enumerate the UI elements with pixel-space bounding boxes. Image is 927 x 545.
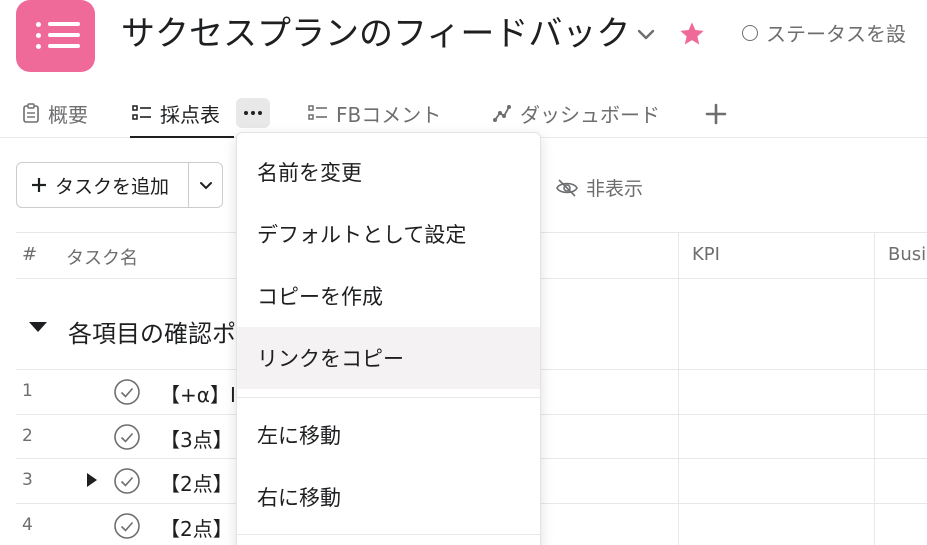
add-task-dropdown[interactable] xyxy=(189,177,222,193)
task-name[interactable]: 【2点】 xyxy=(160,468,233,497)
check-circle-icon[interactable] xyxy=(113,467,141,495)
clipboard-icon xyxy=(23,103,39,123)
more-dot-icon xyxy=(251,111,255,115)
chevron-down-icon xyxy=(199,182,212,190)
menu-separator xyxy=(237,397,540,398)
row-number: 2 xyxy=(22,426,33,446)
tab-label: 概要 xyxy=(48,102,88,127)
row-number: 4 xyxy=(22,515,33,535)
tab-fb-comments[interactable]: FBコメント xyxy=(308,98,441,128)
status-label: ステータスを設 xyxy=(766,22,906,46)
add-task-split-button: タスクを追加 xyxy=(16,162,223,208)
column-header-business[interactable]: Busi xyxy=(888,244,926,265)
add-tab-icon[interactable] xyxy=(704,102,728,126)
list-dot xyxy=(36,22,41,27)
status-circle-icon xyxy=(742,24,758,41)
tab-more-button[interactable] xyxy=(236,98,270,128)
menu-item-rename[interactable]: 名前を変更 xyxy=(237,141,540,203)
list-line xyxy=(48,44,80,48)
menu-item-move-right[interactable]: 右に移動 xyxy=(237,466,540,528)
check-circle-icon[interactable] xyxy=(113,378,141,406)
hide-button[interactable]: 非表示 xyxy=(556,174,643,201)
row-number: 1 xyxy=(22,381,33,401)
hide-label: 非表示 xyxy=(586,178,644,200)
menu-item-copy-link[interactable]: リンクをコピー xyxy=(237,327,540,389)
task-name[interactable]: 【2点】 xyxy=(160,513,233,542)
list-line xyxy=(48,22,80,26)
project-title[interactable]: サクセスプランのフィードバック xyxy=(121,12,630,56)
eye-off-icon xyxy=(556,178,578,197)
list-icon xyxy=(308,105,327,120)
caret-down-icon[interactable] xyxy=(29,322,47,332)
more-dot-icon xyxy=(244,111,248,115)
caret-right-icon[interactable] xyxy=(87,473,97,487)
list-dot xyxy=(36,33,41,38)
list-line xyxy=(48,33,80,37)
tab-context-menu: 名前を変更 デフォルトとして設定 コピーを作成 リンクをコピー 左に移動 右に移… xyxy=(236,132,541,545)
task-name[interactable]: 【+α】I xyxy=(160,379,236,408)
column-header-number: # xyxy=(22,244,38,265)
section-title[interactable]: 各項目の確認ポ xyxy=(68,314,236,349)
column-header-task-name[interactable]: タスク名 xyxy=(66,244,138,270)
list-dot xyxy=(36,44,41,49)
active-tab-indicator xyxy=(130,136,234,138)
project-icon[interactable] xyxy=(16,0,95,72)
add-task-button[interactable]: タスクを追加 xyxy=(17,163,189,207)
menu-item-set-default[interactable]: デフォルトとして設定 xyxy=(237,203,540,265)
graph-icon xyxy=(493,105,511,122)
tab-scoresheet[interactable]: 採点表 xyxy=(132,98,220,128)
tab-overview[interactable]: 概要 xyxy=(22,98,88,128)
task-name[interactable]: 【3点】 xyxy=(160,424,233,453)
menu-item-duplicate[interactable]: コピーを作成 xyxy=(237,265,540,327)
tab-label: ダッシュボード xyxy=(520,102,660,127)
row-number: 3 xyxy=(22,470,33,490)
status-button[interactable]: ステータスを設 xyxy=(742,18,906,47)
check-circle-icon[interactable] xyxy=(113,423,141,451)
column-header-kpi[interactable]: KPI xyxy=(692,244,720,265)
more-dot-icon xyxy=(258,111,262,115)
tab-dashboard[interactable]: ダッシュボード xyxy=(492,98,660,128)
star-icon[interactable] xyxy=(677,20,707,48)
menu-separator xyxy=(237,534,540,535)
tab-label: FBコメント xyxy=(336,102,442,127)
list-icon xyxy=(132,105,151,120)
add-task-label: タスクを追加 xyxy=(55,175,170,198)
menu-item-move-left[interactable]: 左に移動 xyxy=(237,404,540,466)
tab-label: 採点表 xyxy=(160,102,220,127)
project-header: サクセスプランのフィードバック ステータスを設 xyxy=(0,0,927,90)
chevron-down-icon[interactable] xyxy=(634,22,658,46)
check-circle-icon[interactable] xyxy=(113,512,141,540)
plus-icon xyxy=(32,178,46,192)
